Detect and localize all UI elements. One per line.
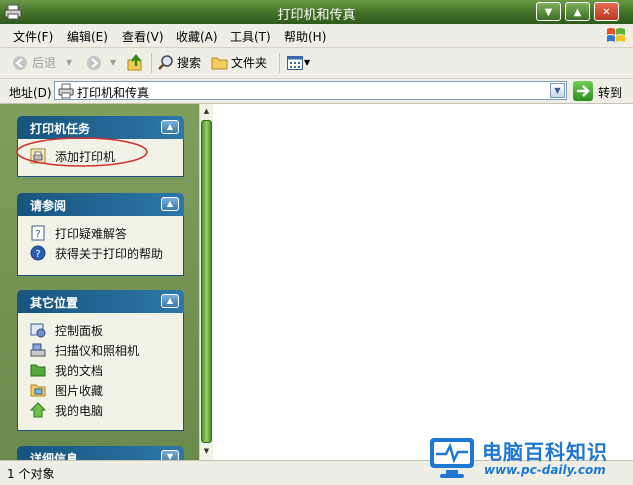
panel-see-also: 请参阅 ▲ ? 打印疑难解答 ? 获得关于打印的帮助	[17, 193, 184, 276]
toolbar-separator	[279, 53, 280, 73]
maximize-icon: ▲	[573, 7, 582, 18]
panel-body: 控制面板 扫描仪和照相机 我的文档 图片收藏 我的电脑	[17, 313, 184, 431]
task-pane: 打印机任务 ▲ 添加打印机 请参阅 ▲ ? 打印疑难解答 ? 获得关于打印的帮助…	[0, 104, 199, 460]
pictures-folder-icon	[30, 384, 46, 397]
minimize-icon: ▼	[544, 7, 553, 18]
menu-file[interactable]: 文件(F)	[13, 28, 53, 45]
help-book-icon: ?	[31, 225, 45, 241]
toolbar: 后退 ▼ ▼ 搜索 文件夹 ▼	[0, 48, 633, 79]
svg-text:?: ?	[35, 249, 40, 260]
task-pane-scrollbar[interactable]: ▲ ▼	[199, 104, 213, 460]
address-label: 地址(D)	[9, 86, 52, 100]
watermark-title: 电脑百科知识	[482, 440, 608, 464]
file-list-area[interactable]	[213, 104, 633, 460]
place-label: 我的电脑	[55, 404, 104, 418]
search-icon[interactable]	[157, 54, 174, 71]
chevron-up-icon: ▲	[166, 296, 174, 305]
chevron-up-icon: ▲	[166, 199, 174, 208]
views-icon[interactable]	[287, 56, 303, 70]
views-dropdown-icon[interactable]: ▼	[304, 58, 310, 67]
chevron-up-icon: ▲	[166, 122, 174, 131]
panel-title: 请参阅	[30, 199, 67, 213]
link-label: 获得关于打印的帮助	[55, 247, 164, 261]
collapse-button[interactable]: ▲	[161, 294, 179, 308]
panel-body: ? 打印疑难解答 ? 获得关于打印的帮助	[17, 216, 184, 276]
monitor-logo-icon	[430, 438, 474, 478]
menu-edit[interactable]: 编辑(E)	[67, 28, 108, 45]
arrow-right-icon	[577, 85, 590, 97]
back-arrow-icon[interactable]	[12, 55, 28, 71]
title-bar: 打印机和传真 ▼ ▲ ✕	[0, 0, 633, 24]
menu-view[interactable]: 查看(V)	[122, 28, 164, 45]
panel-other-places: 其它位置 ▲ 控制面板 扫描仪和照相机 我的文档 图片收藏 我的电脑	[17, 290, 184, 431]
panel-header[interactable]: 请参阅 ▲	[17, 193, 184, 216]
panel-title: 详细信息	[30, 452, 79, 460]
scroll-down-button[interactable]: ▼	[200, 445, 213, 458]
folder-icon[interactable]	[211, 55, 228, 70]
windows-logo-icon	[607, 28, 625, 42]
site-watermark: 电脑百科知识 www.pc-daily.com	[420, 430, 633, 485]
computer-icon	[30, 402, 46, 418]
panel-body: 添加打印机	[16, 137, 184, 177]
place-label: 我的文档	[55, 364, 104, 378]
address-bar: 地址(D) 打印机和传真 ▼ 转到	[0, 79, 633, 104]
panel-details: 详细信息 ▼	[17, 446, 184, 460]
go-label[interactable]: 转到	[598, 84, 622, 101]
address-dropdown-button[interactable]: ▼	[550, 83, 565, 98]
chevron-down-icon: ▼	[554, 86, 561, 95]
expand-button[interactable]: ▼	[161, 450, 179, 460]
status-text: 1 个对象	[7, 467, 55, 481]
panel-printer-tasks: 打印机任务 ▲ 添加打印机	[16, 116, 184, 177]
collapse-button[interactable]: ▲	[161, 120, 179, 134]
collapse-button[interactable]: ▲	[161, 197, 179, 211]
minimize-button[interactable]: ▼	[536, 2, 561, 21]
search-button[interactable]: 搜索	[177, 54, 201, 71]
help-circle-icon: ?	[30, 245, 46, 261]
close-button[interactable]: ✕	[594, 2, 619, 21]
back-dropdown-icon[interactable]: ▼	[66, 58, 72, 67]
menu-bar: 文件(F) 编辑(E) 查看(V) 收藏(A) 工具(T) 帮助(H)	[0, 24, 633, 48]
place-label: 扫描仪和照相机	[55, 344, 140, 358]
back-button[interactable]: 后退	[32, 54, 56, 71]
scanner-camera-icon	[30, 343, 46, 357]
toolbar-separator	[151, 53, 152, 73]
address-value: 打印机和传真	[77, 86, 150, 100]
go-button[interactable]	[573, 81, 593, 101]
link-label: 打印疑难解答	[55, 227, 128, 241]
place-label: 控制面板	[55, 324, 104, 338]
folders-button[interactable]: 文件夹	[231, 54, 267, 71]
folder-icon	[30, 364, 46, 377]
address-input[interactable]: 打印机和传真 ▼	[54, 81, 567, 100]
menu-help[interactable]: 帮助(H)	[284, 28, 326, 45]
forward-arrow-icon[interactable]	[86, 55, 102, 71]
svg-text:?: ?	[35, 229, 40, 240]
menu-favorites[interactable]: 收藏(A)	[176, 28, 218, 45]
maximize-button[interactable]: ▲	[565, 2, 590, 21]
up-folder-icon[interactable]	[127, 54, 144, 72]
highlight-oval	[16, 137, 148, 167]
panel-header[interactable]: 详细信息 ▼	[17, 446, 184, 460]
watermark-url: www.pc-daily.com	[484, 463, 606, 477]
scroll-up-button[interactable]: ▲	[200, 105, 213, 118]
printer-icon	[58, 83, 74, 99]
chevron-down-icon: ▼	[166, 452, 174, 460]
place-label: 图片收藏	[55, 384, 104, 398]
control-panel-icon	[30, 323, 46, 338]
scroll-thumb[interactable]	[201, 120, 212, 443]
menu-tools[interactable]: 工具(T)	[230, 28, 271, 45]
forward-dropdown-icon[interactable]: ▼	[110, 58, 116, 67]
panel-title: 其它位置	[30, 296, 79, 310]
panel-header[interactable]: 其它位置 ▲	[17, 290, 184, 313]
close-icon: ✕	[602, 7, 611, 18]
